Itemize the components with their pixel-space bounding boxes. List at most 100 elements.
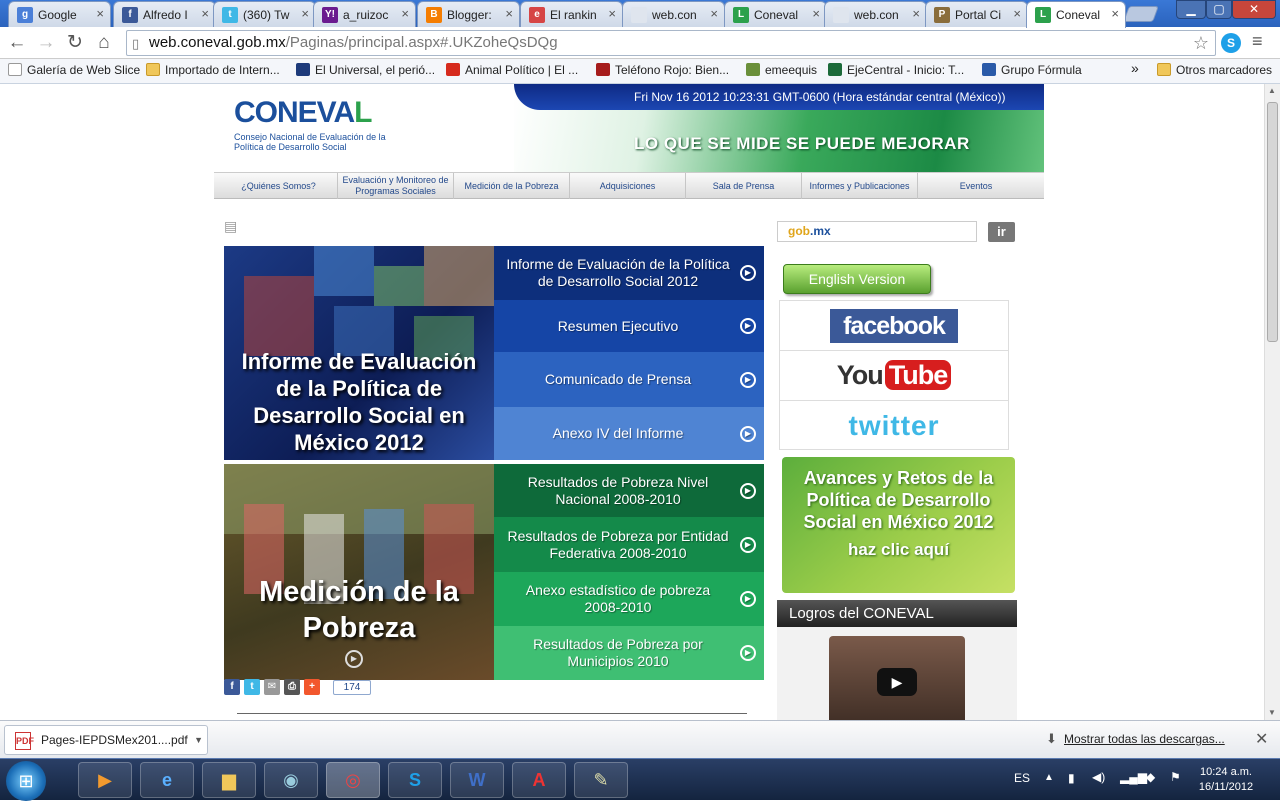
file-explorer-icon[interactable]: ▆ (202, 762, 256, 798)
windows-start-button[interactable]: ⊞ (6, 761, 46, 801)
bookmark-4[interactable]: Teléfono Rojo: Bien... (596, 63, 729, 77)
facebook-share-icon[interactable]: f (224, 679, 240, 695)
feature2-links-0[interactable]: Resultados de Pobreza Nivel Nacional 200… (494, 464, 764, 517)
scroll-thumb[interactable] (1267, 102, 1278, 342)
twitter-share-icon[interactable]: t (244, 679, 260, 695)
flag-icon[interactable]: ⚑ (1170, 770, 1181, 784)
feature1-links-3[interactable]: Anexo IV del Informe ▶ (494, 407, 764, 460)
play-circle-icon[interactable]: ▶ (345, 650, 363, 668)
bookmark-2[interactable]: El Universal, el perió... (296, 63, 435, 77)
other-bookmarks[interactable]: Otros marcadores (1157, 63, 1272, 77)
language-indicator[interactable]: ES (1014, 771, 1030, 785)
clock[interactable]: 10:24 a.m. 16/11/2012 (1186, 765, 1266, 795)
close-tab-icon[interactable]: × (912, 6, 920, 21)
close-tab-icon[interactable]: × (608, 6, 616, 21)
menu-item-4[interactable]: Sala de Prensa (686, 173, 802, 199)
tab-10[interactable]: L Coneval × (1026, 1, 1126, 28)
internet-explorer-icon[interactable]: e (140, 762, 194, 798)
logros-video[interactable]: ▶ (829, 636, 965, 720)
minimize-button[interactable]: ▁ (1176, 0, 1206, 19)
avances-banner[interactable]: Avances y Retos de la Política de Desarr… (782, 457, 1015, 593)
youtube-link[interactable]: You Tube (780, 351, 1008, 401)
maximize-button[interactable]: ▢ (1206, 0, 1232, 19)
close-tab-icon[interactable]: × (710, 6, 718, 21)
ir-button[interactable]: ir (988, 222, 1015, 242)
close-tab-icon[interactable]: × (401, 6, 409, 21)
bookmark-7[interactable]: Grupo Fórmula (982, 63, 1082, 77)
twitter-link[interactable]: twitter (780, 401, 1008, 451)
bookmark-6[interactable]: EjeCentral - Inicio: T... (828, 63, 964, 77)
dropbox-icon[interactable]: ◆ (1146, 770, 1155, 784)
coneval-logo[interactable]: CONEVAL (234, 96, 372, 130)
bookmark-0[interactable]: Galería de Web Slice (8, 63, 140, 77)
print-share-icon[interactable]: ⎙ (284, 679, 300, 695)
tab-6[interactable]: web.con × (622, 1, 725, 27)
menu-item-1[interactable]: Evaluación y Monitoreo de Programas Soci… (338, 173, 454, 199)
addthis-icon[interactable]: + (304, 679, 320, 695)
tab-8[interactable]: web.con × (824, 1, 927, 27)
feature2-links-1[interactable]: Resultados de Pobreza por Entidad Federa… (494, 517, 764, 572)
tab-1[interactable]: f Alfredo I × (113, 1, 216, 27)
tab-3[interactable]: Y! a_ruizoc × (313, 1, 416, 27)
menu-item-6[interactable]: Eventos (918, 173, 1034, 199)
bookmark-1[interactable]: Importado de Intern... (146, 63, 280, 77)
menu-item-0[interactable]: ¿Quiénes Somos? (220, 173, 338, 199)
skype-icon[interactable]: S (388, 762, 442, 798)
bookmarks-overflow-button[interactable]: » (1131, 60, 1139, 76)
play-icon[interactable]: ▶ (877, 668, 917, 696)
feature2-image[interactable]: Medición de la Pobreza ▶ (224, 464, 494, 680)
back-button[interactable]: ← (6, 32, 28, 54)
tab-5[interactable]: e El rankin × (520, 1, 623, 27)
close-tab-icon[interactable]: × (1013, 6, 1021, 21)
gob-search-input[interactable]: gob.mx (777, 221, 977, 242)
acrobat-icon[interactable]: A (512, 762, 566, 798)
close-tab-icon[interactable]: × (505, 6, 513, 21)
facebook-link[interactable]: facebook (780, 301, 1008, 351)
word-icon[interactable]: W (450, 762, 504, 798)
download-item[interactable]: PDF Pages-IEPDSMex201....pdf ▼ (4, 725, 208, 755)
feature1-links-2[interactable]: Comunicado de Prensa ▶ (494, 352, 764, 407)
reload-icon[interactable]: ↻ (64, 32, 86, 54)
feature2-links-2[interactable]: Anexo estadístico de pobreza 2008-2010 ▶ (494, 572, 764, 626)
close-icon[interactable]: ✕ (1255, 729, 1268, 749)
media-player-icon[interactable]: ▶ (78, 762, 132, 798)
feature1-links-0[interactable]: Informe de Evaluación de la Política de … (494, 246, 764, 300)
chrome-icon[interactable]: ◎ (326, 762, 380, 798)
bookmark-3[interactable]: Animal Político | El ... (446, 63, 578, 77)
english-version-button[interactable]: English Version (783, 264, 931, 294)
close-tab-icon[interactable]: × (1111, 6, 1119, 21)
bookmark-star-icon[interactable]: ☆ (1193, 31, 1209, 55)
feature2-links-3[interactable]: Resultados de Pobreza por Municipios 201… (494, 626, 764, 680)
tab-4[interactable]: B Blogger: × (417, 1, 520, 27)
close-window-button[interactable]: ✕ (1232, 0, 1276, 19)
close-tab-icon[interactable]: × (201, 6, 209, 21)
address-bar[interactable]: ▯ web.coneval.gob.mx/Paginas/principal.a… (126, 30, 1216, 56)
bookmark-5[interactable]: emeequis (746, 63, 817, 77)
feature1-image[interactable]: Informe de Evaluación de la Política de … (224, 246, 494, 460)
wrench-menu-icon[interactable]: ≡ (1252, 31, 1263, 52)
tab-0[interactable]: g Google × (8, 1, 111, 27)
menu-item-5[interactable]: Informes y Publicaciones (802, 173, 918, 199)
battery-icon[interactable]: ▮ (1068, 771, 1075, 785)
home-icon[interactable]: ⌂ (93, 32, 115, 54)
network-icon[interactable]: ▂▄▆ (1120, 770, 1147, 784)
email-share-icon[interactable]: ✉ (264, 679, 280, 695)
page-scrollbar[interactable]: ▲ ▼ (1264, 84, 1280, 720)
skype-extension-icon[interactable]: S (1221, 33, 1241, 53)
chevron-down-icon[interactable]: ▼ (194, 726, 203, 754)
tab-9[interactable]: P Portal Ci × (925, 1, 1028, 27)
close-tab-icon[interactable]: × (812, 6, 820, 21)
menu-item-3[interactable]: Adquisiciones (570, 173, 686, 199)
tray-expand-icon[interactable]: ▲ (1044, 772, 1054, 783)
feature1-links-1[interactable]: Resumen Ejecutivo ▶ (494, 300, 764, 352)
scroll-up-icon[interactable]: ▲ (1268, 86, 1276, 95)
volume-icon[interactable]: ◀) (1092, 770, 1105, 784)
print-icon[interactable]: ▤ (224, 218, 237, 235)
forward-button[interactable]: → (35, 32, 57, 54)
paint-icon[interactable]: ✎ (574, 762, 628, 798)
menu-item-2[interactable]: Medición de la Pobreza (454, 173, 570, 199)
show-all-downloads-link[interactable]: Mostrar todas las descargas... (1064, 732, 1225, 746)
new-tab-button[interactable] (1123, 6, 1159, 22)
close-tab-icon[interactable]: × (301, 6, 309, 21)
close-tab-icon[interactable]: × (96, 6, 104, 21)
